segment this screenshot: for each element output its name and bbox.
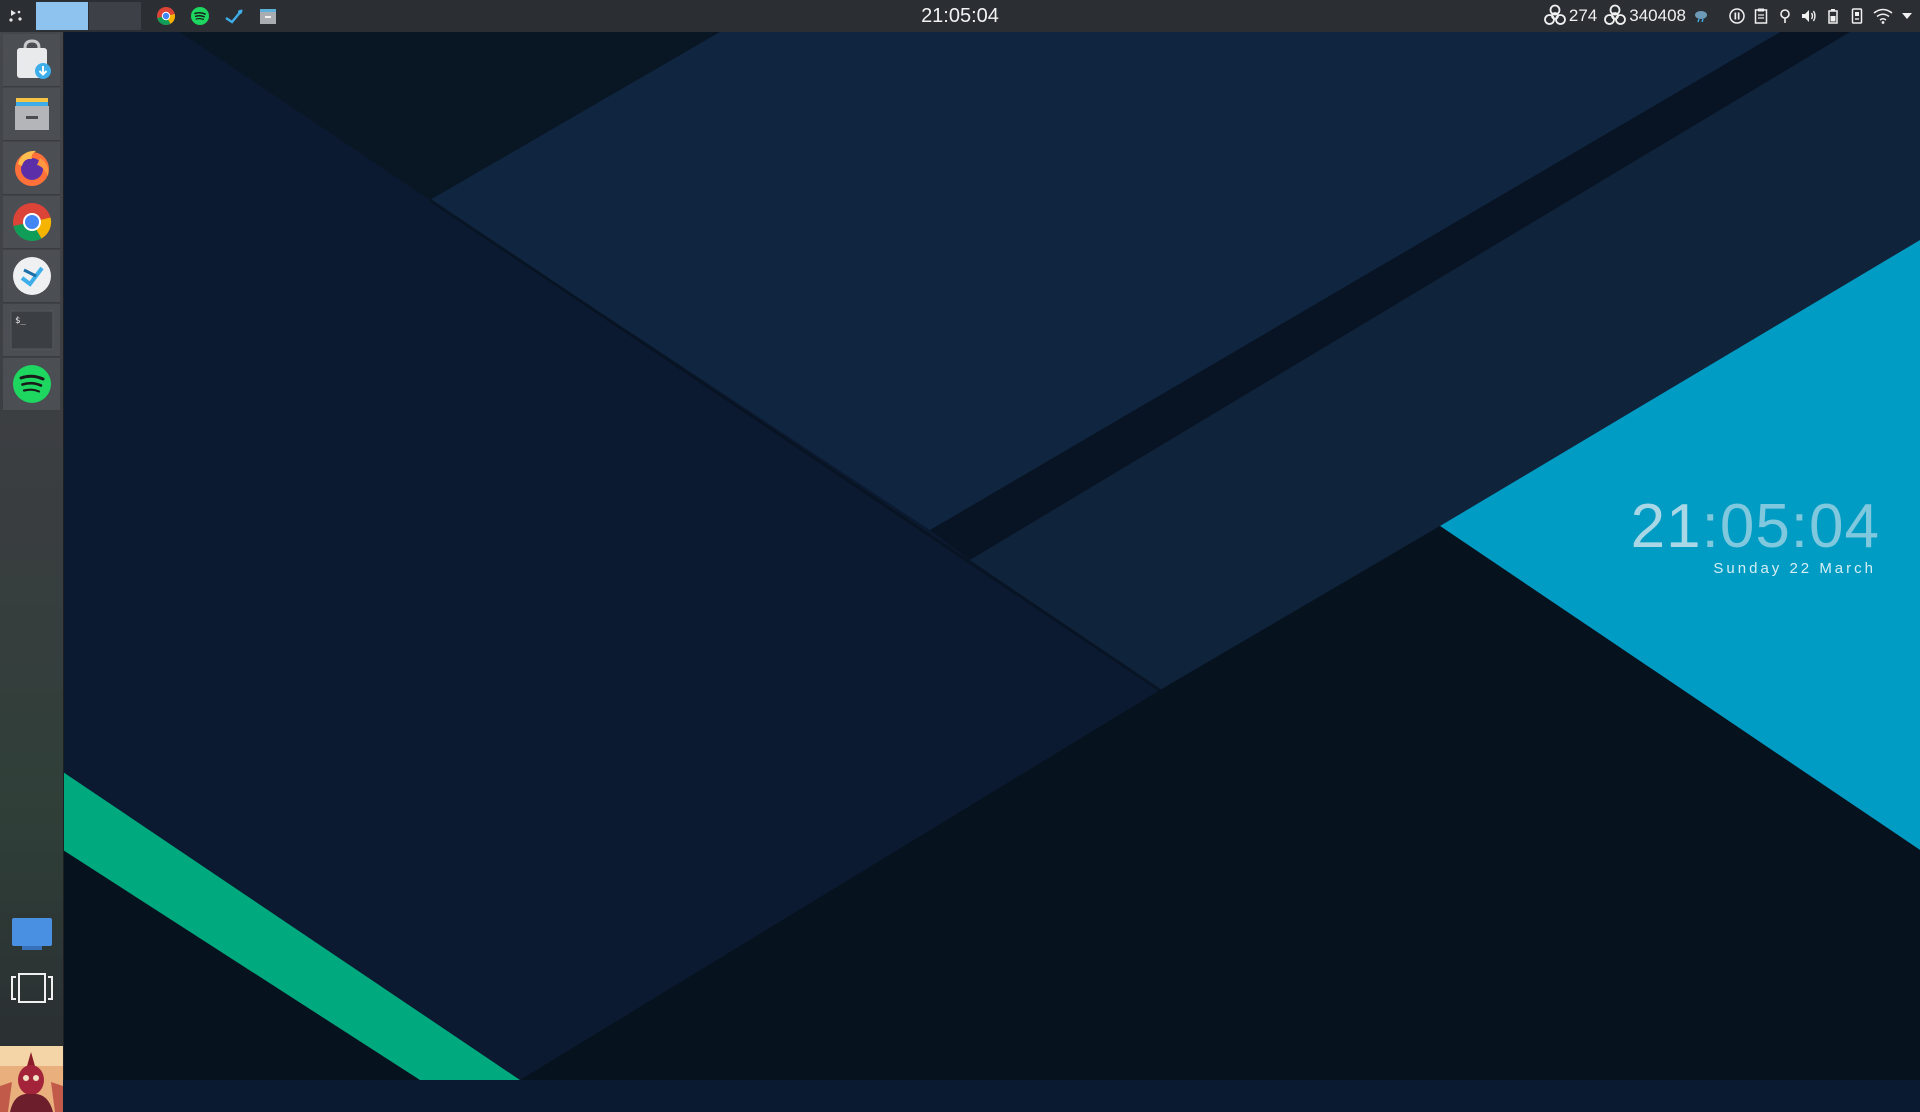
- biohazard-icon: [1543, 4, 1566, 25]
- covid-counter-two[interactable]: 340408: [1600, 0, 1689, 32]
- dock-item-spotify[interactable]: [3, 358, 60, 411]
- covid-counter-one[interactable]: 274: [1540, 0, 1600, 32]
- kdeconnect-task[interactable]: [217, 0, 251, 32]
- covid-counter-two-value: 340408: [1629, 6, 1686, 25]
- dock-item-software-center[interactable]: [3, 34, 60, 87]
- store-download-icon: [16, 39, 51, 79]
- virtual-desktop-pager: [36, 0, 141, 32]
- left-dock-panel: $_: [0, 32, 64, 1112]
- volume-icon: [1802, 10, 1816, 22]
- tray-wifi[interactable]: [1869, 0, 1897, 32]
- dock-item-file-manager[interactable]: [3, 88, 60, 141]
- desktop-show-icon: [12, 918, 52, 950]
- kde-menu-icon: [9, 10, 22, 22]
- covid-counter-one-value: 274: [1568, 6, 1598, 25]
- pager-desktop-2[interactable]: [89, 2, 141, 30]
- top-panel: 21:05:04 274 340408: [0, 0, 1920, 32]
- desktop-clock-date: Sunday 22 March: [1713, 560, 1876, 577]
- tray-location[interactable]: [1773, 0, 1797, 32]
- window-overview-button[interactable]: [8, 968, 56, 1008]
- file-manager-task[interactable]: [251, 0, 285, 32]
- kdeconnect-icon: [12, 257, 51, 295]
- tray-weather[interactable]: [1689, 0, 1713, 32]
- desktop-clock-time: 21:05:04: [1600, 496, 1880, 558]
- dock-item-firefox[interactable]: [3, 142, 60, 195]
- chrome-icon: [12, 203, 51, 242]
- firefox-icon: [14, 150, 49, 186]
- chrome-task[interactable]: [149, 0, 183, 32]
- clipboard-icon: [1754, 8, 1768, 24]
- dock-item-terminal[interactable]: $_: [3, 304, 60, 357]
- application-launcher-button[interactable]: [0, 0, 32, 32]
- spotify-icon: [191, 7, 209, 25]
- chrome-icon: [157, 7, 176, 26]
- panel-clock-text[interactable]: 21:05:04: [921, 5, 999, 28]
- tray-media-player[interactable]: [1725, 0, 1749, 32]
- tray-battery[interactable]: [1821, 0, 1845, 32]
- user-avatar-image: [0, 1046, 63, 1112]
- spotify-task[interactable]: [183, 0, 217, 32]
- user-avatar[interactable]: [0, 1046, 63, 1112]
- device-icon: [1851, 8, 1863, 24]
- dock-item-chrome[interactable]: [3, 196, 60, 249]
- weather-icon: [1695, 11, 1707, 23]
- pager-desktop-1[interactable]: [36, 2, 88, 30]
- media-pause-icon: [1729, 8, 1745, 24]
- desktop-clock-minutes-seconds: :05:04: [1701, 492, 1880, 561]
- desktop-clock-hours: 21: [1630, 492, 1702, 561]
- location-icon: [1780, 9, 1790, 23]
- dock-item-kdeconnect[interactable]: [3, 250, 60, 303]
- task-manager: [149, 0, 285, 32]
- wifi-icon: [1873, 8, 1893, 24]
- spotify-icon: [12, 365, 51, 403]
- tray-expand-icon: [1902, 13, 1912, 19]
- battery-icon: [1828, 9, 1838, 24]
- biohazard-icon: [1604, 4, 1627, 25]
- tray-expand-button[interactable]: [1897, 0, 1920, 32]
- terminal-icon: $_: [10, 310, 53, 350]
- terminal-prompt: $_: [15, 316, 26, 326]
- tray-volume[interactable]: [1797, 0, 1821, 32]
- archive-icon: [260, 9, 276, 24]
- window-overview-icon: [11, 973, 53, 1003]
- kdeconnect-icon: [225, 9, 243, 24]
- show-desktop-button[interactable]: [8, 914, 56, 954]
- tray-device[interactable]: [1845, 0, 1869, 32]
- system-tray: 274 340408: [1540, 0, 1920, 32]
- desktop-clock-widget: 21:05:04 Sunday 22 March: [1600, 496, 1880, 578]
- folder-icon: [14, 98, 49, 130]
- tray-clipboard[interactable]: [1749, 0, 1773, 32]
